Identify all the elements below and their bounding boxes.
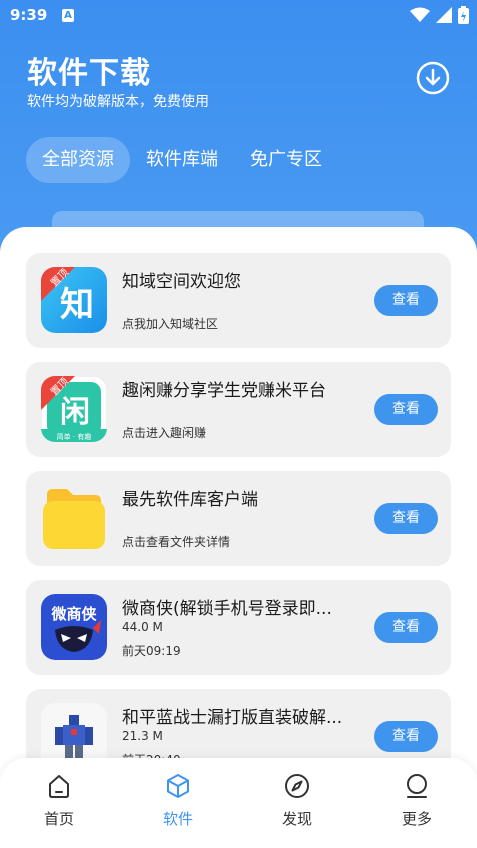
list-item[interactable]: 微商侠 微商侠(解锁手机号登录即... 44.0 M 前天09:19 查看 bbox=[26, 580, 451, 675]
app-name: 知域空间欢迎您 bbox=[122, 272, 241, 292]
download-icon[interactable] bbox=[416, 61, 450, 95]
nav-more[interactable]: 更多 bbox=[377, 772, 457, 829]
notification-icon: A bbox=[62, 9, 74, 22]
home-icon bbox=[49, 775, 69, 798]
svg-text:知: 知 bbox=[60, 285, 94, 325]
status-time: 9:39 bbox=[10, 6, 48, 24]
folder-icon bbox=[41, 485, 107, 551]
compass-icon bbox=[285, 774, 309, 798]
xian-icon: 闲 简单 · 有趣 置顶 bbox=[41, 376, 107, 442]
nav-discover[interactable]: 发现 bbox=[257, 772, 337, 829]
app-name: 和平蓝战士漏打版直装破解... bbox=[122, 708, 343, 728]
weishangxia-icon: 微商侠 bbox=[41, 594, 107, 660]
svg-text:简单 · 有趣: 简单 · 有趣 bbox=[57, 432, 92, 441]
page-subtitle: 软件均为破解版本，免费使用 bbox=[27, 94, 209, 110]
view-button[interactable]: 查看 bbox=[374, 503, 438, 534]
tab-all-resources[interactable]: 全部资源 bbox=[26, 137, 130, 183]
nav-label: 发现 bbox=[281, 810, 312, 828]
tab-software-library[interactable]: 软件库端 bbox=[130, 137, 234, 183]
nav-label: 首页 bbox=[43, 810, 74, 828]
list-item[interactable]: 知 置顶 知域空间欢迎您 点我加入知域社区 查看 bbox=[26, 253, 451, 348]
app-description: 点我加入知域社区 bbox=[122, 317, 219, 331]
app-name: 微商侠(解锁手机号登录即... bbox=[122, 599, 332, 619]
svg-text:微商侠: 微商侠 bbox=[50, 605, 97, 623]
nav-label: 软件 bbox=[162, 810, 193, 828]
tab-ad-free[interactable]: 免广专区 bbox=[234, 137, 338, 183]
nav-home[interactable]: 首页 bbox=[19, 772, 99, 829]
zhi-icon: 知 置顶 bbox=[41, 267, 107, 333]
view-button[interactable]: 查看 bbox=[374, 721, 438, 752]
app-description: 点击进入趣闲赚 bbox=[122, 426, 207, 440]
view-button[interactable]: 查看 bbox=[374, 394, 438, 425]
page-title: 软件下载 bbox=[27, 56, 151, 91]
nav-label: 更多 bbox=[401, 810, 432, 828]
app-name: 最先软件库客户端 bbox=[122, 490, 258, 510]
svg-text:闲: 闲 bbox=[60, 395, 90, 430]
app-date: 前天09:19 bbox=[122, 644, 181, 658]
app-size: 21.3 M bbox=[122, 729, 163, 743]
view-button[interactable]: 查看 bbox=[374, 612, 438, 643]
battery-icon bbox=[458, 6, 469, 24]
app-list: 知 置顶 知域空间欢迎您 点我加入知域社区 查看 闲 简单 · 有趣 置顶 趣闲… bbox=[26, 253, 451, 798]
status-bar: 9:39 A bbox=[0, 0, 477, 32]
app-name: 趣闲赚分享学生党赚米平台 bbox=[122, 381, 326, 401]
bottom-nav: 首页 软件 发现 更多 bbox=[0, 758, 477, 848]
wifi-icon bbox=[410, 7, 430, 22]
profile-icon bbox=[407, 774, 427, 798]
list-item[interactable]: 最先软件库客户端 点击查看文件夹详情 查看 bbox=[26, 471, 451, 566]
nav-software[interactable]: 软件 bbox=[138, 772, 218, 829]
app-description: 点击查看文件夹详情 bbox=[122, 535, 231, 549]
tab-bar: 全部资源 软件库端 免广专区 bbox=[26, 137, 338, 183]
box-icon bbox=[167, 774, 189, 798]
signal-icon bbox=[436, 7, 452, 23]
app-size: 44.0 M bbox=[122, 620, 163, 634]
list-item[interactable]: 闲 简单 · 有趣 置顶 趣闲赚分享学生党赚米平台 点击进入趣闲赚 查看 bbox=[26, 362, 451, 457]
view-button[interactable]: 查看 bbox=[374, 285, 438, 316]
